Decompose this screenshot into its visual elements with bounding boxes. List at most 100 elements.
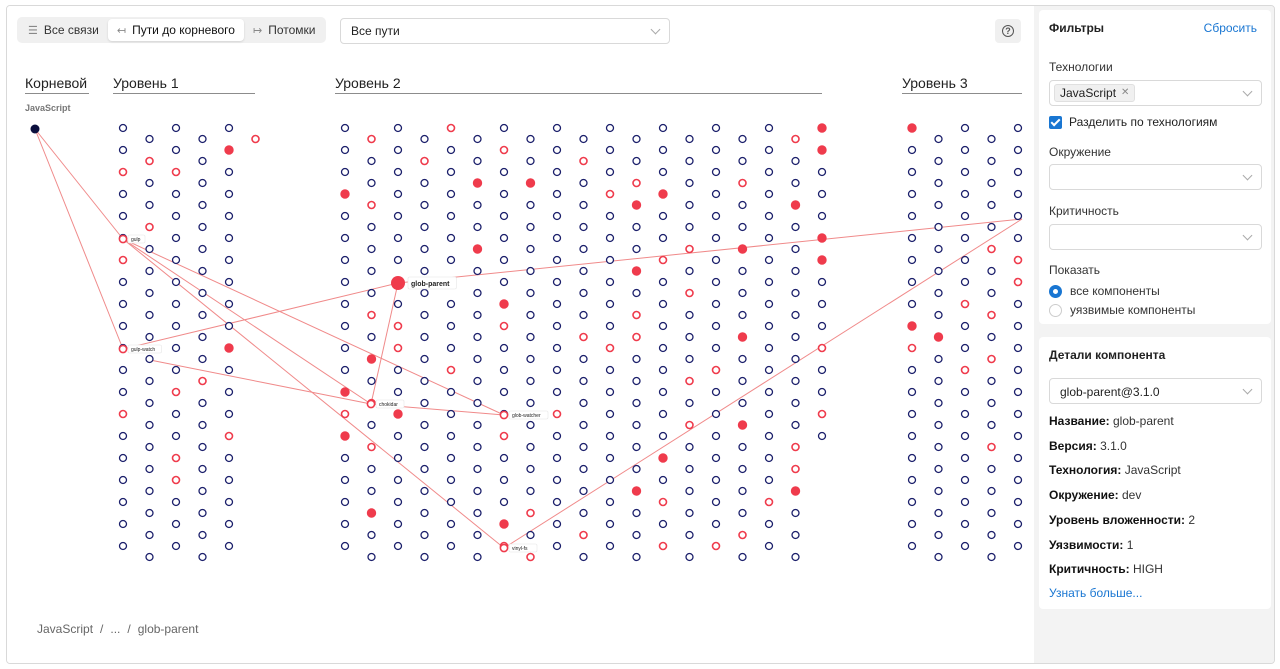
graph-node[interactable] bbox=[987, 442, 996, 452]
graph-node[interactable] bbox=[685, 332, 694, 342]
graph-node[interactable] bbox=[473, 376, 482, 386]
graph-node[interactable] bbox=[685, 376, 694, 386]
graph-node[interactable] bbox=[632, 134, 641, 144]
graph-node[interactable] bbox=[552, 475, 562, 485]
graph-node[interactable] bbox=[145, 244, 154, 254]
graph-node[interactable] bbox=[198, 552, 207, 562]
graph-node[interactable] bbox=[579, 288, 588, 298]
graph-node[interactable] bbox=[552, 255, 562, 265]
graph-node[interactable] bbox=[499, 321, 509, 331]
graph-node[interactable] bbox=[817, 343, 827, 353]
graph-node[interactable] bbox=[605, 365, 615, 375]
graph-node[interactable] bbox=[473, 332, 482, 342]
graph-node[interactable] bbox=[224, 145, 234, 155]
graph-node[interactable] bbox=[579, 442, 588, 452]
graph-node[interactable] bbox=[499, 189, 509, 199]
graph-node[interactable] bbox=[960, 365, 970, 375]
graph-node[interactable] bbox=[738, 310, 747, 320]
graph-node[interactable] bbox=[198, 442, 207, 452]
graph-node[interactable] bbox=[473, 464, 482, 474]
breadcrumb-item[interactable]: JavaScript bbox=[37, 622, 93, 636]
graph-node[interactable] bbox=[393, 431, 403, 441]
graph-node[interactable] bbox=[499, 233, 509, 243]
graph-node[interactable] bbox=[934, 376, 943, 386]
graph-node[interactable] bbox=[632, 178, 641, 188]
graph-node[interactable] bbox=[145, 442, 154, 452]
graph-node[interactable] bbox=[367, 200, 376, 210]
graph-node[interactable] bbox=[393, 475, 403, 485]
graph-node[interactable] bbox=[171, 541, 181, 551]
graph-node[interactable] bbox=[171, 519, 181, 529]
graph-node[interactable] bbox=[987, 266, 996, 276]
graph-node[interactable] bbox=[738, 508, 747, 518]
graph-node[interactable] bbox=[632, 332, 641, 342]
graph-node[interactable] bbox=[340, 431, 350, 441]
graph-node[interactable] bbox=[685, 464, 694, 474]
graph-node[interactable] bbox=[764, 277, 774, 287]
graph-node[interactable] bbox=[579, 200, 588, 210]
graph-node[interactable] bbox=[579, 376, 588, 386]
graph-node[interactable] bbox=[764, 299, 774, 309]
graph-node[interactable] bbox=[420, 552, 429, 562]
graph-node[interactable] bbox=[420, 200, 429, 210]
graph-node[interactable] bbox=[658, 189, 668, 199]
graph-node[interactable] bbox=[738, 442, 747, 452]
graph-node[interactable] bbox=[198, 530, 207, 540]
graph-node[interactable] bbox=[791, 266, 800, 276]
graph-node[interactable] bbox=[711, 409, 721, 419]
graph-node[interactable] bbox=[907, 409, 917, 419]
graph-node[interactable] bbox=[632, 244, 641, 254]
graph-node[interactable] bbox=[446, 145, 456, 155]
graph-node[interactable] bbox=[579, 398, 588, 408]
graph-node[interactable] bbox=[960, 387, 970, 397]
graph-node[interactable] bbox=[791, 222, 800, 232]
graph-node[interactable] bbox=[987, 332, 996, 342]
graph-node[interactable] bbox=[552, 167, 562, 177]
graph-node[interactable] bbox=[987, 508, 996, 518]
graph-node[interactable] bbox=[685, 222, 694, 232]
graph-node[interactable] bbox=[420, 266, 429, 276]
graph-node[interactable] bbox=[420, 310, 429, 320]
graph-node[interactable] bbox=[473, 288, 482, 298]
graph-node[interactable] bbox=[552, 431, 562, 441]
graph-node[interactable] bbox=[764, 233, 774, 243]
graph-node[interactable] bbox=[171, 431, 181, 441]
graph-node[interactable] bbox=[473, 442, 482, 452]
graph-node[interactable] bbox=[605, 189, 615, 199]
graph-node[interactable] bbox=[145, 200, 154, 210]
graph-node[interactable] bbox=[171, 145, 181, 155]
graph-node[interactable] bbox=[737, 332, 748, 342]
graph-node[interactable] bbox=[987, 222, 996, 232]
graph-node[interactable] bbox=[579, 222, 588, 232]
graph-node[interactable] bbox=[340, 409, 350, 419]
graph-node[interactable] bbox=[526, 200, 535, 210]
graph-node[interactable] bbox=[579, 530, 588, 540]
graph-node[interactable] bbox=[764, 365, 774, 375]
graph-node[interactable] bbox=[340, 387, 350, 397]
graph-node[interactable] bbox=[605, 453, 615, 463]
graph-node[interactable] bbox=[738, 398, 747, 408]
graph-node[interactable] bbox=[118, 321, 128, 331]
graph-node[interactable] bbox=[499, 387, 509, 397]
graph-node[interactable] bbox=[340, 145, 350, 155]
graph-node[interactable] bbox=[960, 277, 970, 287]
graph-node[interactable] bbox=[499, 255, 509, 265]
graph-node[interactable] bbox=[960, 321, 970, 331]
graph-node[interactable] bbox=[764, 409, 774, 419]
graph-node[interactable] bbox=[145, 332, 154, 342]
graph-node[interactable] bbox=[118, 387, 128, 397]
graph-node[interactable] bbox=[658, 387, 668, 397]
graph-node[interactable] bbox=[1013, 497, 1023, 507]
graph-node[interactable] bbox=[198, 156, 207, 166]
graph-node[interactable] bbox=[446, 211, 456, 221]
graph-node[interactable] bbox=[198, 288, 207, 298]
graph-node[interactable] bbox=[907, 387, 917, 397]
graph-node[interactable] bbox=[658, 145, 668, 155]
graph-node[interactable] bbox=[340, 541, 350, 551]
graph-node[interactable] bbox=[764, 541, 774, 551]
graph-node[interactable] bbox=[526, 464, 535, 474]
graph-node[interactable] bbox=[934, 420, 943, 430]
graph-node[interactable] bbox=[446, 167, 456, 177]
graph-node[interactable] bbox=[658, 277, 668, 287]
graph-node[interactable] bbox=[224, 453, 234, 463]
